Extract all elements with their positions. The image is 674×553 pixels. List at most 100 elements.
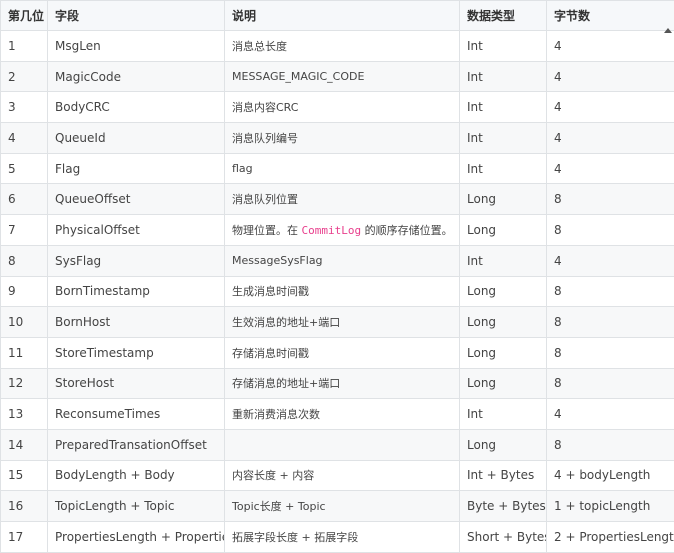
cell-data-type: Int	[460, 153, 547, 184]
cell-field: QueueOffset	[48, 184, 225, 215]
table-row: 16 TopicLength + Topic Topic长度 + Topic B…	[1, 491, 674, 522]
header-index: 第几位	[1, 1, 48, 31]
cell-byte-count: 4	[547, 92, 674, 123]
cell-data-type: Byte + Bytes	[460, 491, 547, 522]
cell-data-type: Long	[460, 184, 547, 215]
table-row: 4 QueueId 消息队列编号 Int 4	[1, 123, 674, 154]
table-row: 2 MagicCode MESSAGE_MAGIC_CODE Int 4	[1, 61, 674, 92]
cell-byte-count: 4	[547, 31, 674, 62]
table-row: 8 SysFlag MessageSysFlag Int 4	[1, 245, 674, 276]
table-row: 13 ReconsumeTimes 重新消费消息次数 Int 4	[1, 399, 674, 430]
table-row: 3 BodyCRC 消息内容CRC Int 4	[1, 92, 674, 123]
cell-byte-count: 4	[547, 245, 674, 276]
cell-description: MESSAGE_MAGIC_CODE	[225, 61, 460, 92]
cell-index: 12	[1, 368, 48, 399]
cell-data-type: Int	[460, 399, 547, 430]
cell-description	[225, 429, 460, 460]
header-description: 说明	[225, 1, 460, 31]
cell-index: 15	[1, 460, 48, 491]
cell-description: flag	[225, 153, 460, 184]
cell-field: BodyCRC	[48, 92, 225, 123]
table-row: 12 StoreHost 存储消息的地址+端口 Long 8	[1, 368, 674, 399]
cell-field: QueueId	[48, 123, 225, 154]
cell-index: 17	[1, 522, 48, 553]
cell-byte-count: 2 + PropertiesLength	[547, 522, 674, 553]
cell-description: 物理位置。在 CommitLog 的顺序存储位置。	[225, 215, 460, 246]
cell-index: 2	[1, 61, 48, 92]
cell-data-type: Long	[460, 215, 547, 246]
cell-description: 消息总长度	[225, 31, 460, 62]
table-row: 11 StoreTimestamp 存储消息时间戳 Long 8	[1, 337, 674, 368]
cell-description: 重新消费消息次数	[225, 399, 460, 430]
cell-data-type: Int	[460, 31, 547, 62]
cell-description: 生成消息时间戳	[225, 276, 460, 307]
cell-byte-count: 4 + bodyLength	[547, 460, 674, 491]
table-row: 17 PropertiesLength + Properties 拓展字段长度 …	[1, 522, 674, 553]
table-body: 1 MsgLen 消息总长度 Int 4 2 MagicCode MESSAGE…	[1, 31, 674, 553]
cell-description: 内容长度 + 内容	[225, 460, 460, 491]
cell-description: MessageSysFlag	[225, 245, 460, 276]
cell-description: 拓展字段长度 + 拓展字段	[225, 522, 460, 553]
cell-byte-count: 8	[547, 368, 674, 399]
cell-index: 13	[1, 399, 48, 430]
table-header: 第几位 字段 说明 数据类型 字节数	[1, 1, 674, 31]
cell-field: BornHost	[48, 307, 225, 338]
cell-field: TopicLength + Topic	[48, 491, 225, 522]
cell-index: 6	[1, 184, 48, 215]
table-row: 1 MsgLen 消息总长度 Int 4	[1, 31, 674, 62]
cell-index: 10	[1, 307, 48, 338]
cell-index: 16	[1, 491, 48, 522]
table-row: 7 PhysicalOffset 物理位置。在 CommitLog 的顺序存储位…	[1, 215, 674, 246]
header-row: 第几位 字段 说明 数据类型 字节数	[1, 1, 674, 31]
header-data-type: 数据类型	[460, 1, 547, 31]
cell-index: 9	[1, 276, 48, 307]
cell-description: 消息队列位置	[225, 184, 460, 215]
cell-data-type: Long	[460, 429, 547, 460]
description-text: 的顺序存储位置。	[361, 224, 453, 237]
cell-data-type: Long	[460, 307, 547, 338]
message-structure-table: 第几位 字段 说明 数据类型 字节数 1 MsgLen 消息总长度 Int 4 …	[0, 0, 674, 553]
cell-field: BodyLength + Body	[48, 460, 225, 491]
cell-byte-count: 1 + topicLength	[547, 491, 674, 522]
table-row: 6 QueueOffset 消息队列位置 Long 8	[1, 184, 674, 215]
cell-index: 7	[1, 215, 48, 246]
cell-data-type: Int	[460, 245, 547, 276]
cell-data-type: Long	[460, 276, 547, 307]
table-row: 14 PreparedTransationOffset Long 8	[1, 429, 674, 460]
cell-description: 生效消息的地址+端口	[225, 307, 460, 338]
cell-description: 消息队列编号	[225, 123, 460, 154]
cell-field: ReconsumeTimes	[48, 399, 225, 430]
cell-byte-count: 8	[547, 337, 674, 368]
cell-field: BornTimestamp	[48, 276, 225, 307]
cell-byte-count: 4	[547, 61, 674, 92]
cell-index: 1	[1, 31, 48, 62]
caret-up-icon[interactable]	[664, 28, 672, 33]
cell-index: 14	[1, 429, 48, 460]
header-byte-count: 字节数	[547, 1, 674, 31]
cell-field: MsgLen	[48, 31, 225, 62]
table-row: 15 BodyLength + Body 内容长度 + 内容 Int + Byt…	[1, 460, 674, 491]
cell-field: MagicCode	[48, 61, 225, 92]
cell-description: 存储消息时间戳	[225, 337, 460, 368]
cell-field: StoreTimestamp	[48, 337, 225, 368]
cell-field: SysFlag	[48, 245, 225, 276]
inline-code-commitlog: CommitLog	[302, 224, 362, 237]
cell-byte-count: 8	[547, 215, 674, 246]
cell-index: 8	[1, 245, 48, 276]
cell-byte-count: 8	[547, 184, 674, 215]
header-field: 字段	[48, 1, 225, 31]
cell-field: PhysicalOffset	[48, 215, 225, 246]
cell-data-type: Short + Bytes	[460, 522, 547, 553]
cell-data-type: Int	[460, 61, 547, 92]
cell-index: 5	[1, 153, 48, 184]
table-row: 9 BornTimestamp 生成消息时间戳 Long 8	[1, 276, 674, 307]
cell-index: 11	[1, 337, 48, 368]
cell-data-type: Long	[460, 337, 547, 368]
cell-byte-count: 8	[547, 429, 674, 460]
cell-field: PreparedTransationOffset	[48, 429, 225, 460]
cell-field: StoreHost	[48, 368, 225, 399]
cell-byte-count: 4	[547, 153, 674, 184]
cell-index: 4	[1, 123, 48, 154]
cell-byte-count: 4	[547, 399, 674, 430]
cell-byte-count: 4	[547, 123, 674, 154]
